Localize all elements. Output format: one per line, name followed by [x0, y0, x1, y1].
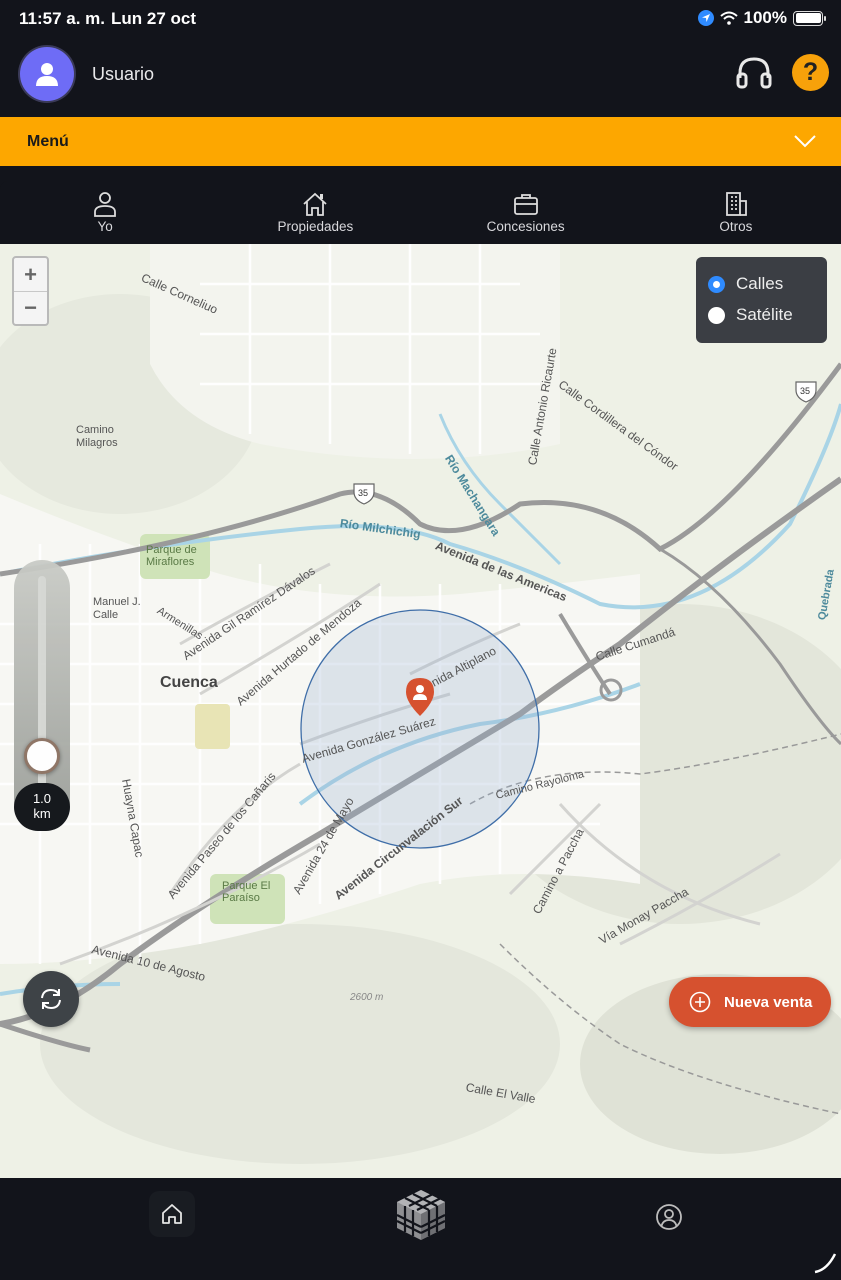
question-icon: ? — [802, 58, 819, 86]
bottom-nav — [0, 1178, 841, 1280]
radio-unselected-icon[interactable] — [708, 306, 725, 324]
house-icon — [303, 192, 327, 216]
cube-logo-icon — [396, 1190, 446, 1240]
map-label-highway: 35 — [358, 488, 369, 498]
tab-concesiones[interactable]: Concesiones — [421, 181, 631, 244]
radio-selected-icon[interactable] — [708, 275, 725, 293]
user-name: Usuario — [92, 64, 155, 84]
map-view[interactable]: Cuenca Calle Corneliuo Calle Antonio Ric… — [0, 244, 841, 1178]
radius-unit: km — [33, 806, 51, 821]
location-pin-icon[interactable] — [405, 677, 435, 717]
zoom-in-button[interactable]: + — [14, 258, 47, 291]
battery-percent: 100% — [743, 8, 787, 27]
radius-value-badge: 1.0 km — [14, 783, 70, 831]
refresh-icon — [41, 988, 61, 1010]
wifi-icon — [719, 11, 738, 25]
new-sale-button[interactable]: Nueva venta — [669, 977, 831, 1027]
support-button[interactable] — [735, 54, 773, 92]
user-circle-icon — [656, 1204, 682, 1230]
person-icon — [36, 63, 58, 86]
menu-label: Menú — [27, 133, 69, 150]
headset-icon — [736, 57, 772, 89]
resize-handle-icon — [814, 1253, 837, 1274]
tab-label: Otros — [719, 219, 753, 234]
tab-propiedades[interactable]: Propiedades — [210, 181, 420, 244]
tab-label: Yo — [97, 219, 113, 234]
tab-label: Concesiones — [486, 219, 565, 234]
refresh-button[interactable] — [23, 971, 79, 1027]
new-sale-label: Nueva venta — [724, 993, 813, 1011]
layer-option-label: Satélite — [736, 305, 793, 324]
nav-home-button[interactable] — [149, 1191, 195, 1237]
app-header: Usuario ? — [0, 36, 841, 116]
status-time: 11:57 a. m. — [19, 9, 106, 28]
zoom-controls: + − — [12, 256, 49, 326]
app-screen: 11:57 a. m. Lun 27 oct 100% Usuario ? Me… — [0, 0, 841, 1280]
zoom-out-button[interactable]: − — [14, 291, 47, 324]
status-indicators: 100% — [697, 8, 826, 28]
briefcase-icon — [513, 194, 538, 215]
map-label-city: Cuenca — [160, 674, 218, 691]
layer-switcher: Calles Satélite — [696, 257, 827, 343]
app-logo[interactable] — [391, 1187, 451, 1243]
layer-option-label: Calles — [736, 274, 784, 293]
home-icon — [162, 1204, 182, 1224]
location-icon — [697, 10, 714, 26]
person-icon — [94, 192, 117, 217]
nav-profile-button[interactable] — [652, 1200, 686, 1234]
tab-label: Propiedades — [277, 219, 354, 234]
map-label-park: Parque de Miraflores — [146, 544, 197, 568]
chevron-down-icon — [794, 135, 816, 148]
tab-yo[interactable]: Yo — [0, 181, 210, 244]
layer-option-satelite[interactable]: Satélite — [708, 305, 793, 325]
radius-value: 1.0 — [32, 791, 52, 806]
status-date: Lun 27 oct — [111, 9, 197, 28]
status-bar: 11:57 a. m. Lun 27 oct 100% — [0, 0, 841, 36]
category-tabs: Yo Propiedades Concesiones Otros — [0, 181, 841, 244]
map-label-street: Manuel J. Calle — [93, 596, 141, 621]
menu-bar[interactable]: Menú — [0, 117, 841, 166]
slider-handle[interactable] — [24, 738, 60, 774]
building-icon — [725, 192, 747, 216]
map-label-street: Camino Milagros — [76, 424, 118, 449]
battery-icon — [793, 10, 826, 26]
map-label-elevation: 2600 m — [350, 992, 384, 1003]
tab-otros[interactable]: Otros — [631, 181, 841, 244]
map-label-park: Parque El Paraíso — [222, 880, 271, 904]
plus-circle-icon — [689, 991, 711, 1013]
help-button[interactable]: ? — [792, 54, 829, 91]
map-label-highway: 35 — [800, 386, 811, 396]
user-avatar[interactable] — [20, 47, 74, 101]
layer-option-calles[interactable]: Calles — [708, 274, 783, 294]
